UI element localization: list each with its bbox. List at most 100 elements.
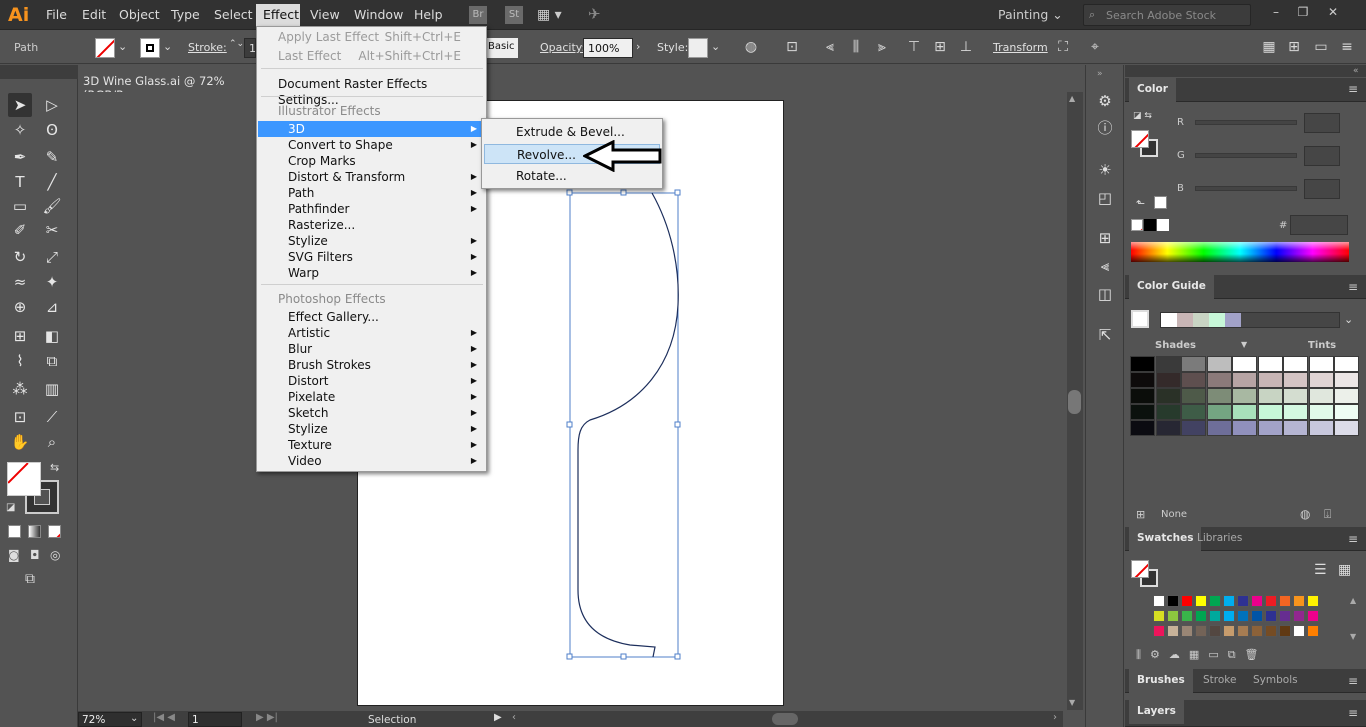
menu-item-svg-filters[interactable]: SVG Filters ▶: [258, 249, 485, 265]
scroll-thumb[interactable]: [1068, 390, 1081, 414]
harmony-color-chip[interactable]: [1209, 313, 1225, 327]
menu-edit[interactable]: Edit: [82, 7, 106, 22]
menu-item-brush-strokes[interactable]: Brush Strokes ▶: [258, 357, 485, 373]
color-mode-icon[interactable]: [8, 525, 21, 538]
chevron-right-icon[interactable]: ›: [636, 40, 640, 53]
swatch-cell[interactable]: [1265, 595, 1277, 607]
scroll-down-icon[interactable]: ▼: [1350, 632, 1356, 641]
guide-color-cell[interactable]: [1206, 356, 1232, 372]
scissors-tool-icon[interactable]: ✂: [40, 218, 64, 242]
recolor-icon[interactable]: ◍: [1300, 507, 1310, 521]
panel-menu-icon[interactable]: ≡: [1348, 532, 1358, 546]
swatch-cell[interactable]: [1223, 595, 1235, 607]
stroke-swatch[interactable]: [140, 38, 160, 58]
guide-color-cell[interactable]: [1334, 404, 1359, 420]
swatch-cell[interactable]: [1209, 625, 1221, 637]
menu-item-sketch[interactable]: Sketch ▶: [258, 405, 485, 421]
mesh-tool-icon[interactable]: ⊞: [8, 324, 32, 348]
arrange-icon[interactable]: ▦: [1260, 38, 1278, 56]
guide-color-cell[interactable]: [1283, 356, 1308, 372]
view-icon[interactable]: ▭: [1312, 38, 1330, 56]
scroll-down-icon[interactable]: ▼: [1069, 698, 1075, 707]
guide-color-cell[interactable]: [1232, 404, 1257, 420]
workspace-switcher[interactable]: Painting ⌄: [998, 7, 1063, 22]
transform-link[interactable]: Transform: [993, 41, 1048, 54]
appearance-icon[interactable]: ☀: [1095, 160, 1115, 180]
base-color-swatch[interactable]: [1131, 310, 1149, 328]
guide-color-cell[interactable]: [1308, 388, 1334, 404]
swatch-cell[interactable]: [1153, 625, 1165, 637]
guide-color-cell[interactable]: [1181, 388, 1206, 404]
limit-colors-icon[interactable]: ⊞: [1136, 508, 1145, 521]
scroll-right-icon[interactable]: ›: [1053, 712, 1057, 723]
zoom-tool-icon[interactable]: ⌕: [40, 430, 64, 454]
guide-color-cell[interactable]: [1155, 372, 1181, 388]
minimize-icon[interactable]: –: [1265, 5, 1287, 23]
scroll-left-icon[interactable]: ‹: [512, 712, 516, 723]
chevron-down-icon[interactable]: ⌄: [130, 713, 138, 724]
swatch-cell[interactable]: [1195, 625, 1207, 637]
align-right-icon[interactable]: ⫸: [873, 38, 891, 56]
harmony-color-chip[interactable]: [1161, 313, 1177, 327]
gradient-mode-icon[interactable]: [28, 525, 41, 538]
pen-tool-icon[interactable]: ✒: [8, 145, 32, 169]
gpu-performance-icon[interactable]: ✈: [588, 5, 601, 23]
harmony-color-chip[interactable]: [1193, 313, 1209, 327]
guide-color-cell[interactable]: [1308, 356, 1334, 372]
align-center-icon[interactable]: ⫼: [847, 38, 865, 56]
brush-definition[interactable]: Basic: [486, 38, 518, 58]
search-stock-input[interactable]: Search Adobe Stock: [1083, 4, 1251, 26]
wine-glass-profile-path[interactable]: [560, 185, 690, 665]
panel-menu-icon[interactable]: ≡: [1348, 674, 1358, 688]
menu-window[interactable]: Window: [354, 7, 403, 22]
perspective-grid-tool-icon[interactable]: ⊿: [40, 295, 64, 319]
symbol-sprayer-tool-icon[interactable]: ⁂: [8, 377, 32, 401]
swatch-cell[interactable]: [1223, 625, 1235, 637]
swatch-cell[interactable]: [1153, 595, 1165, 607]
draw-normal-icon[interactable]: ◙: [8, 548, 20, 562]
guide-color-cell[interactable]: [1130, 420, 1155, 436]
guide-color-cell[interactable]: [1130, 404, 1155, 420]
scroll-up-icon[interactable]: ▲: [1069, 94, 1075, 103]
tab-brushes[interactable]: Brushes: [1129, 669, 1193, 693]
none-color-chip[interactable]: [1131, 219, 1143, 231]
panel-menu-icon[interactable]: ≡: [1348, 706, 1358, 720]
panel-menu-icon[interactable]: ≡: [1338, 38, 1356, 56]
guide-color-cell[interactable]: [1283, 388, 1308, 404]
swatches-grid[interactable]: [1131, 595, 1343, 639]
graphic-styles-icon[interactable]: ◰: [1095, 188, 1115, 208]
menu-view[interactable]: View: [310, 7, 340, 22]
guide-color-cell[interactable]: [1130, 372, 1155, 388]
shaper-tool-icon[interactable]: ✐: [8, 218, 32, 242]
isolate-icon[interactable]: ⌖: [1086, 38, 1104, 56]
guide-color-cell[interactable]: [1181, 420, 1206, 436]
guide-color-cell[interactable]: [1181, 404, 1206, 420]
hand-tool-icon[interactable]: ✋: [8, 430, 32, 454]
swatch-cell[interactable]: [1307, 595, 1319, 607]
b-value-input[interactable]: [1304, 179, 1340, 199]
artboard-tool-icon[interactable]: ⊡: [8, 405, 32, 429]
selection-tool-icon[interactable]: ➤: [8, 93, 32, 117]
panel-menu-icon[interactable]: ≡: [1348, 280, 1358, 294]
guide-color-cell[interactable]: [1130, 356, 1155, 372]
direct-selection-tool-icon[interactable]: ▷: [40, 93, 64, 117]
swatch-cell[interactable]: [1209, 595, 1221, 607]
menu-item-stylize[interactable]: Stylize ▶: [258, 233, 485, 249]
harmony-color-chip[interactable]: [1225, 313, 1241, 327]
document-tab[interactable]: 3D Wine Glass.ai @ 72% (RGB/Pre: [78, 70, 258, 102]
menu-item-path[interactable]: Path ▶: [258, 185, 485, 201]
guide-color-cell[interactable]: [1130, 388, 1155, 404]
menu-type[interactable]: Type: [171, 7, 200, 22]
align-middle-icon[interactable]: ⊞: [931, 38, 949, 56]
swatch-cell[interactable]: [1153, 610, 1165, 622]
swatch-cell[interactable]: [1279, 625, 1291, 637]
r-slider[interactable]: [1195, 120, 1297, 125]
hex-value-input[interactable]: [1290, 215, 1348, 235]
rotate-tool-icon[interactable]: ↻: [8, 245, 32, 269]
web-safe-swatch[interactable]: [1154, 196, 1167, 209]
line-tool-icon[interactable]: ╱: [40, 170, 64, 194]
menu-effect[interactable]: Effect: [256, 4, 300, 26]
swatch-cell[interactable]: [1181, 625, 1193, 637]
paintbrush-tool-icon[interactable]: 🖌: [40, 194, 64, 218]
menu-item-warp[interactable]: Warp ▶: [258, 265, 485, 281]
